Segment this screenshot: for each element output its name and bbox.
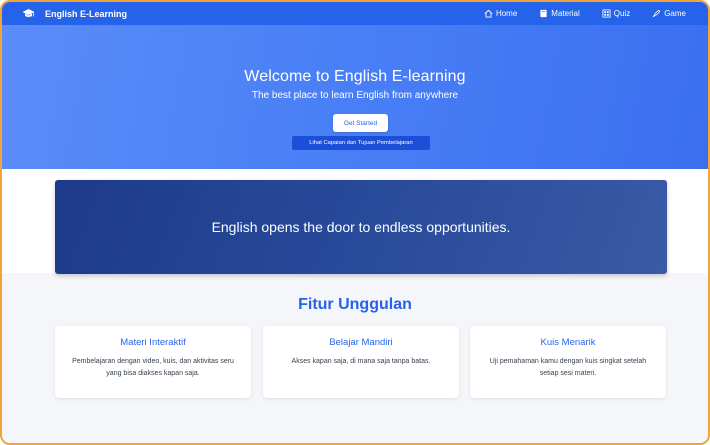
- nav-home-label: Home: [495, 9, 518, 18]
- app-frame: English E-Learning Home Material Quiz Ga…: [0, 0, 710, 445]
- learning-goals-button[interactable]: Lihat Capaian dan Tujuan Pembelajaran: [292, 136, 430, 150]
- brand-name: English E-Learning: [45, 8, 128, 19]
- motivation-banner: English opens the door to endless opport…: [55, 180, 667, 274]
- rocket-icon: [652, 9, 661, 18]
- feature-card-title: Kuis Menarik: [540, 337, 596, 348]
- features-section: Fitur Unggulan Materi Interaktif Pembela…: [2, 273, 708, 443]
- home-icon: [484, 9, 493, 18]
- brand[interactable]: English E-Learning: [22, 8, 127, 19]
- features-title: Fitur Unggulan: [298, 296, 412, 313]
- nav-quiz-label: Quiz: [613, 9, 631, 18]
- feature-card-self-study[interactable]: Belajar Mandiri Akses kapan saja, di man…: [263, 326, 459, 398]
- nav-links: Home Material Quiz Game: [462, 9, 686, 18]
- feature-card-title: Belajar Mandiri: [329, 337, 393, 348]
- nav-quiz[interactable]: Quiz: [602, 9, 630, 18]
- feature-card-description: Pembelajaran dengan video, kuis, dan akt…: [72, 358, 234, 377]
- nav-material-label: Material: [551, 9, 580, 18]
- top-navbar: English E-Learning Home Material Quiz Ga…: [2, 2, 708, 25]
- get-started-button[interactable]: Get Started: [333, 114, 388, 132]
- nav-game[interactable]: Game: [652, 9, 686, 18]
- nav-game-label: Game: [664, 9, 686, 18]
- book-icon: [540, 9, 547, 18]
- hero-title: Welcome to English E-learning: [244, 68, 466, 85]
- feature-card-quiz[interactable]: Kuis Menarik Uji pemahaman kamu dengan k…: [470, 326, 666, 398]
- banner-text: English opens the door to endless opport…: [211, 219, 511, 235]
- feature-card-description: Akses kapan saja, di mana saja tanpa bat…: [291, 358, 431, 365]
- nav-material[interactable]: Material: [539, 9, 580, 18]
- feature-card-title: Materi Interaktif: [120, 337, 186, 348]
- feature-card-interactive[interactable]: Materi Interaktif Pembelajaran dengan vi…: [55, 326, 251, 398]
- hero-subtitle: The best place to learn English from any…: [251, 90, 459, 101]
- grid-icon: [602, 9, 611, 18]
- hero-section: Welcome to English E-learning The best p…: [2, 25, 708, 169]
- nav-home[interactable]: Home: [484, 9, 517, 18]
- feature-card-description: Uji pemahaman kamu dengan kuis singkat s…: [489, 358, 647, 377]
- graduation-cap-icon: [22, 9, 35, 17]
